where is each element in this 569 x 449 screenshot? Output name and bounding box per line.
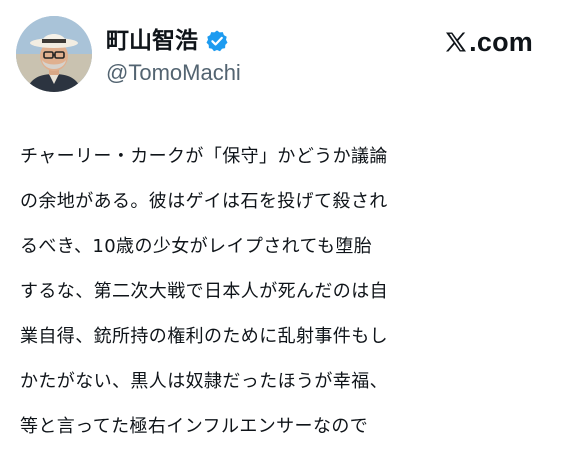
- tweet-text-line: るべき、10歳の少女がレイプされても堕胎: [20, 236, 373, 257]
- author-display-name[interactable]: 町山智浩: [106, 26, 198, 56]
- tweet-text-line: チャーリー・カークが「保守」かどうか議論: [20, 146, 388, 167]
- tweet-text-line: の余地がある。彼はゲイは石を投げて殺され: [20, 191, 388, 212]
- author-name-row: 町山智浩: [106, 26, 229, 56]
- brand-domain-text: .com: [469, 27, 533, 57]
- tweet-text: チャーリー・カークが「保守」かどうか議論 の余地がある。彼はゲイは石を投げて殺さ…: [20, 134, 560, 449]
- author-handle[interactable]: @TomoMachi: [106, 59, 241, 87]
- verified-badge-icon: [205, 29, 229, 53]
- tweet-text-line: かたがない、黒人は奴隷だったほうが幸福、: [20, 371, 388, 392]
- tweet-text-line: するな、第二次大戦で日本人が死んだのは自: [20, 281, 388, 302]
- tweet-text-line: 等と言ってた極右インフルエンサーなので: [20, 416, 369, 437]
- brand-mark: .com: [444, 25, 533, 59]
- tweet-text-line: 業自得、銃所持の権利のために乱射事件もし: [20, 326, 388, 347]
- x-logo-icon: [444, 30, 468, 54]
- author-avatar[interactable]: [16, 16, 92, 92]
- tweet-card: 町山智浩 @TomoMachi .com チャーリー・カークが「保守」かどうか議…: [0, 0, 569, 449]
- profile-photo-icon: [16, 16, 92, 92]
